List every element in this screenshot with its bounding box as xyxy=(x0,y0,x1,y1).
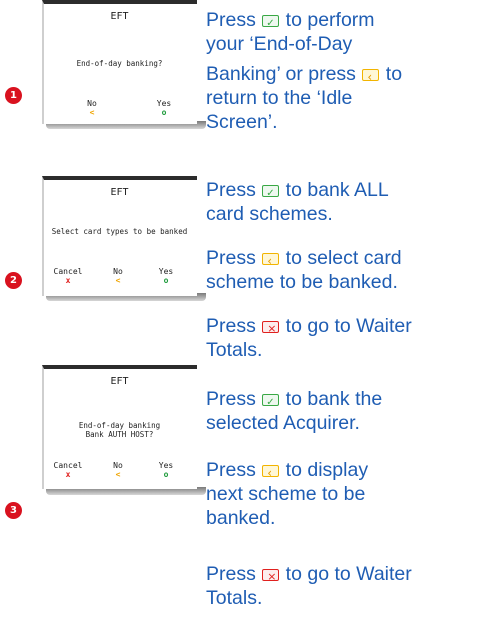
cancel-key-symbol: x xyxy=(65,276,71,285)
screen-button-cancel: Cancel x xyxy=(50,267,86,285)
confirm-key-symbol: o xyxy=(163,470,169,479)
yellow-back-key-icon xyxy=(362,65,380,89)
green-confirm-key-icon xyxy=(262,391,280,415)
text-line: Banking’ or press to xyxy=(206,62,484,89)
confirm-key-symbol: o xyxy=(163,276,169,285)
screen-button-no: No < xyxy=(100,461,136,479)
text-line: Press to display xyxy=(206,458,484,485)
screen-button-yes: Yes o xyxy=(146,99,182,117)
back-key-symbol: < xyxy=(115,470,121,479)
button-label: Yes xyxy=(156,99,172,108)
text-line: next scheme to be xyxy=(206,483,366,505)
text-line: Totals. xyxy=(206,339,263,361)
text: Press xyxy=(206,9,262,31)
red-cancel-key-icon xyxy=(262,565,280,589)
instruction-text: Press to go to Waiter Totals. xyxy=(206,562,484,610)
text-line: return to the ‘Idle xyxy=(206,87,353,109)
yellow-back-key-icon xyxy=(262,461,280,485)
text-line: Press to bank ALL xyxy=(206,178,484,206)
screen-title: EFT xyxy=(110,376,129,387)
yellow-back-key-icon xyxy=(262,249,280,273)
text-line: Screen’. xyxy=(206,111,278,133)
text-line: scheme to be banked. xyxy=(206,271,398,293)
screen-button-yes: Yes o xyxy=(148,267,184,285)
text: to go to Waiter xyxy=(280,563,412,585)
instruction-text: Press to display next scheme to be banke… xyxy=(206,458,484,530)
green-confirm-key-icon xyxy=(262,182,280,206)
text-line: your ‘End-of-Day xyxy=(206,33,353,55)
instruction-text: Press to perform your ‘End-of-Day Bankin… xyxy=(206,8,484,134)
screen-button-yes: Yes o xyxy=(148,461,184,479)
text: to bank the xyxy=(280,388,383,410)
step-badge-2: 2 xyxy=(5,272,22,289)
button-label: Yes xyxy=(158,461,174,470)
text: to go to Waiter xyxy=(280,315,412,337)
screen-message: End-of-day banking? xyxy=(76,59,163,68)
red-cancel-key-icon xyxy=(262,317,280,341)
text-line: Press to bank the xyxy=(206,387,484,415)
button-label: No xyxy=(113,461,123,470)
text: to display xyxy=(280,459,369,481)
screen-title: EFT xyxy=(110,11,129,22)
cancel-key-symbol: x xyxy=(65,470,71,479)
text: Press xyxy=(206,247,262,269)
text-line: Press to go to Waiter xyxy=(206,314,484,341)
button-label: No xyxy=(113,267,123,276)
button-label: Cancel xyxy=(53,267,83,276)
screen-button-no: No < xyxy=(74,99,110,117)
back-key-symbol: < xyxy=(89,108,95,117)
terminal-screen-1: EFT End-of-day banking? No < Yes o xyxy=(42,0,197,124)
text: Banking’ or press xyxy=(206,63,362,85)
text-line: Press to go to Waiter xyxy=(206,562,484,589)
text-line: card schemes. xyxy=(206,203,333,225)
button-label: Yes xyxy=(158,267,174,276)
text: to bank ALL xyxy=(280,179,389,201)
text-line: Totals. xyxy=(206,587,263,609)
green-confirm-key-icon xyxy=(262,12,280,36)
text: Press xyxy=(206,388,262,410)
step-badge-3: 3 xyxy=(5,502,22,519)
instruction-text: Press to go to Waiter Totals. xyxy=(206,314,484,362)
step-badge-1: 1 xyxy=(5,87,22,104)
text-line: Press to perform xyxy=(206,8,484,36)
back-key-symbol: < xyxy=(115,276,121,285)
text: to perform xyxy=(280,9,375,31)
screen-message: Bank AUTH HOST? xyxy=(85,430,154,439)
text: to xyxy=(380,63,403,85)
text-line: selected Acquirer. xyxy=(206,412,360,434)
screen-message: Select card types to be banked xyxy=(51,227,188,236)
text: to select card xyxy=(280,247,402,269)
screen-message: End-of-day banking xyxy=(78,421,161,430)
button-label: Cancel xyxy=(53,461,83,470)
screen-title: EFT xyxy=(110,187,129,198)
instruction-text: Press to select card scheme to be banked… xyxy=(206,246,484,294)
text: Press xyxy=(206,315,262,337)
screen-button-cancel: Cancel x xyxy=(50,461,86,479)
text: Press xyxy=(206,563,262,585)
text-line: Press to select card xyxy=(206,246,484,273)
text: Press xyxy=(206,459,262,481)
terminal-screen-3: EFT End-of-day banking Bank AUTH HOST? C… xyxy=(42,365,197,489)
button-label: No xyxy=(87,99,97,108)
terminal-screen-2: EFT Select card types to be banked Cance… xyxy=(42,176,197,296)
instruction-text: Press to bank the selected Acquirer. xyxy=(206,387,484,435)
instruction-text: Press to bank ALL card schemes. xyxy=(206,178,484,226)
text-line: banked. xyxy=(206,507,276,529)
confirm-key-symbol: o xyxy=(161,108,167,117)
screen-button-no: No < xyxy=(100,267,136,285)
text: Press xyxy=(206,179,262,201)
